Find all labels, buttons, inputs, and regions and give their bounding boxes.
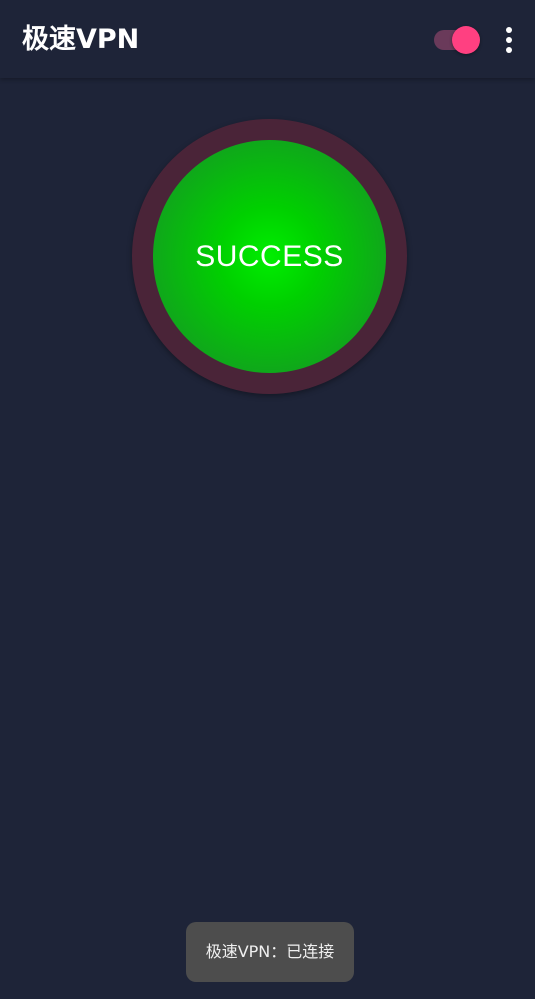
toggle-thumb [452,26,480,54]
connect-button-ring: SUCCESS [132,119,407,394]
vpn-toggle-switch[interactable] [434,26,480,54]
connect-button[interactable]: SUCCESS [153,140,386,373]
toast-message: 极速VPN：已连接 [186,922,354,982]
overflow-dot [506,27,512,33]
app-bar: 极速VPN [0,0,535,78]
overflow-dot [506,37,512,43]
connect-status-label: SUCCESS [195,240,344,273]
more-vertical-icon[interactable] [498,24,520,56]
overflow-dot [506,47,512,53]
app-title: 极速VPN [22,24,140,55]
